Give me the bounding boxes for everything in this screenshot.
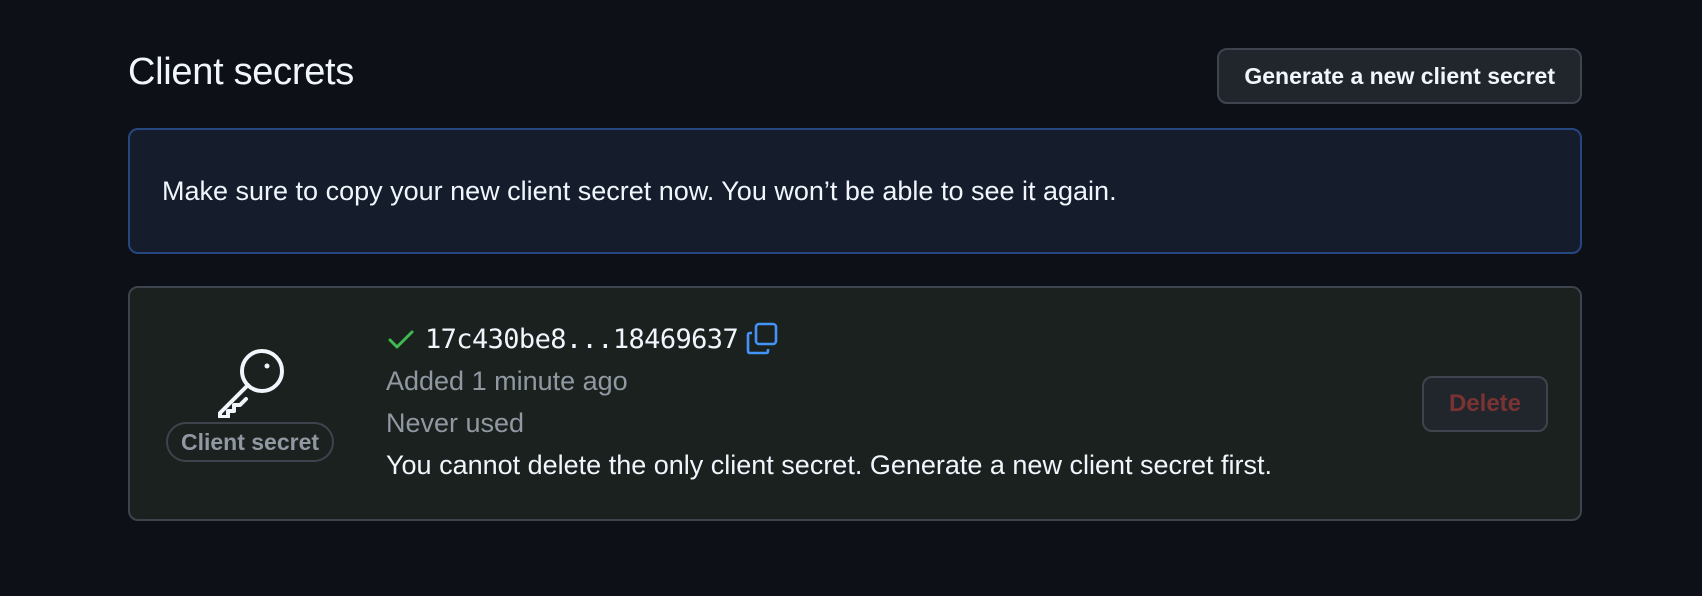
flash-notice: Make sure to copy your new client secret… bbox=[128, 128, 1582, 254]
copy-icon[interactable] bbox=[744, 321, 780, 357]
client-secret-card: Client secret 17c430be8...18469637 Added… bbox=[128, 286, 1582, 521]
secret-usage-status: Never used bbox=[386, 408, 525, 438]
client-secret-value: 17c430be8...18469637 bbox=[425, 323, 739, 355]
delete-secret-button[interactable]: Delete bbox=[1422, 376, 1548, 432]
secret-details: 17c430be8...18469637 Added 1 minute ago … bbox=[386, 318, 1272, 486]
check-icon bbox=[388, 330, 414, 349]
key-icon bbox=[218, 349, 284, 418]
delete-warning-text: You cannot delete the only client secret… bbox=[386, 450, 1273, 480]
secret-icon-column: Client secret bbox=[162, 346, 338, 462]
page-title: Client secrets bbox=[128, 50, 354, 93]
client-secret-label: Client secret bbox=[165, 422, 335, 462]
secret-added-time: Added 1 minute ago bbox=[386, 366, 628, 396]
client-secrets-page: Client secrets Generate a new client sec… bbox=[0, 0, 1702, 596]
secret-value-row: 17c430be8...18469637 bbox=[386, 318, 1272, 360]
client-secrets-header: Client secrets Generate a new client sec… bbox=[128, 48, 1582, 104]
flash-message: Make sure to copy your new client secret… bbox=[162, 175, 1117, 206]
generate-client-secret-button[interactable]: Generate a new client secret bbox=[1217, 48, 1582, 104]
